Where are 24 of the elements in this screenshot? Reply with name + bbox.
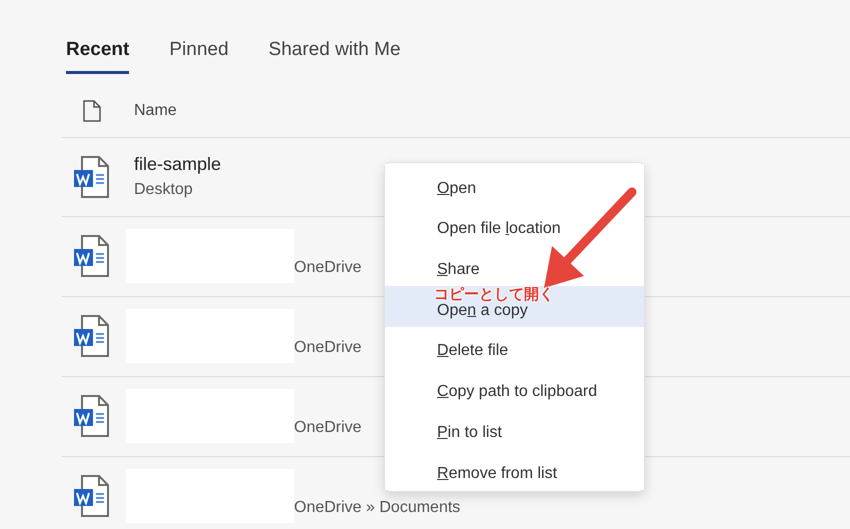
annotation-label: コピーとして開く [434, 286, 554, 303]
file-location: OneDrive » Documents [294, 498, 460, 518]
word-document-icon [72, 394, 112, 438]
tab[interactable]: Recent [66, 36, 130, 74]
tab[interactable]: Pinned [169, 36, 229, 74]
menu-item[interactable]: Remove from list [385, 448, 644, 490]
menu-item[interactable]: Copy path to clipboard [385, 367, 644, 408]
menu-item[interactable]: Delete file [385, 326, 644, 368]
file-location: OneDrive [294, 338, 362, 358]
tab[interactable]: Shared with Me [268, 36, 401, 74]
document-icon [82, 100, 102, 122]
menu-item[interactable]: Open [385, 164, 644, 205]
file-location: Desktop [134, 180, 194, 200]
word-document-icon [72, 234, 112, 278]
column-header[interactable]: Name [134, 99, 177, 123]
word-document-icon [72, 474, 112, 518]
menu-item[interactable]: Pin to list [385, 408, 644, 449]
file-location: OneDrive [294, 418, 362, 438]
word-document-icon [72, 154, 112, 198]
word-document-icon [72, 314, 112, 358]
file-name: file-sample [134, 153, 222, 176]
menu-item[interactable]: Share [385, 245, 644, 286]
menu-item[interactable]: Open file location [385, 204, 644, 246]
file-location: OneDrive [294, 258, 362, 278]
